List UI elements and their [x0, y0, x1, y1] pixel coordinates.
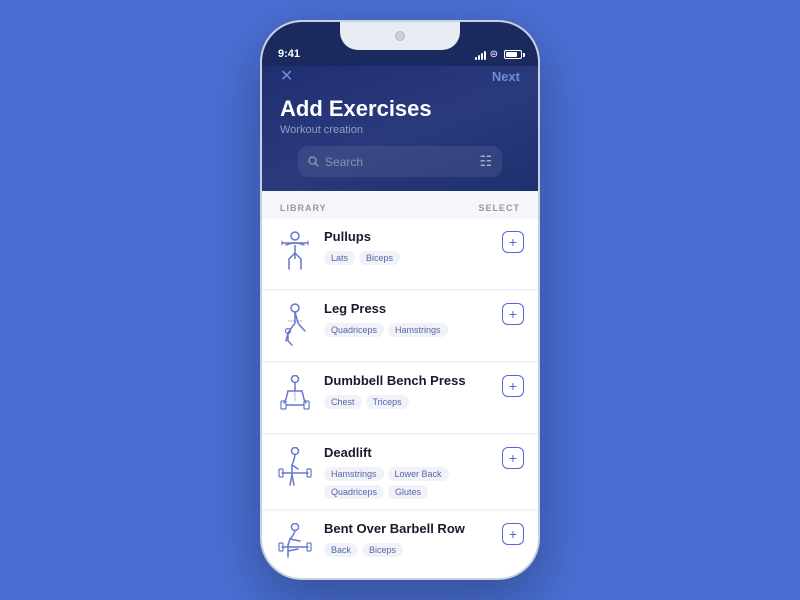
battery-fill — [506, 52, 517, 57]
status-icons: ⊜ — [475, 49, 522, 60]
exercise-list[interactable]: Pullups Lats Biceps + — [262, 219, 538, 578]
search-placeholder: Search — [325, 155, 363, 169]
battery-icon — [504, 50, 522, 59]
exercise-name: Dumbbell Bench Press — [324, 373, 492, 390]
tag: Glutes — [388, 485, 428, 499]
phone-notch — [340, 22, 460, 50]
screen: 9:41 ⊜ ✕ Next Add Exercises W — [262, 22, 538, 578]
signal-bar-2 — [478, 55, 480, 60]
exercise-info: Bent Over Barbell Row Back Biceps — [324, 521, 492, 557]
phone-frame: 9:41 ⊜ ✕ Next Add Exercises W — [260, 20, 540, 580]
section-header: LIBRARY SELECT — [262, 191, 538, 219]
next-button[interactable]: Next — [492, 69, 520, 84]
exercise-icon-benchpress — [276, 373, 314, 423]
exercise-tags: Back Biceps — [324, 543, 492, 557]
list-item: Pullups Lats Biceps + — [262, 219, 538, 290]
signal-bars — [475, 50, 486, 60]
exercise-tags: Hamstrings Lower Back Quadriceps Glutes — [324, 467, 492, 499]
tag: Biceps — [362, 543, 403, 557]
library-label: LIBRARY — [280, 203, 327, 213]
add-exercise-button[interactable]: + — [502, 447, 524, 469]
content: LIBRARY SELECT — [262, 191, 538, 578]
list-item: Leg Press Quadriceps Hamstrings + — [262, 291, 538, 362]
close-button[interactable]: ✕ — [280, 66, 293, 86]
exercise-info: Leg Press Quadriceps Hamstrings — [324, 301, 492, 337]
tag: Lower Back — [388, 467, 449, 481]
exercise-name: Deadlift — [324, 445, 492, 462]
add-exercise-button[interactable]: + — [502, 375, 524, 397]
add-exercise-button[interactable]: + — [502, 231, 524, 253]
exercise-tags: Lats Biceps — [324, 251, 492, 265]
search-left: Search — [308, 155, 363, 169]
tag: Back — [324, 543, 358, 557]
search-icon — [308, 156, 319, 167]
exercise-icon-pullup — [276, 229, 314, 279]
header-nav: ✕ Next — [280, 66, 520, 86]
signal-bar-3 — [481, 53, 483, 60]
exercise-tags: Quadriceps Hamstrings — [324, 323, 492, 337]
selected-label: SELECT — [478, 203, 520, 213]
exercise-name: Bent Over Barbell Row — [324, 521, 492, 538]
exercise-info: Deadlift Hamstrings Lower Back Quadricep… — [324, 445, 492, 499]
notch-camera — [395, 31, 405, 41]
tag: Triceps — [366, 395, 409, 409]
tag: Quadriceps — [324, 485, 384, 499]
exercise-icon-barbellrow — [276, 521, 314, 571]
add-exercise-button[interactable]: + — [502, 523, 524, 545]
tag: Hamstrings — [324, 467, 384, 481]
tag: Hamstrings — [388, 323, 448, 337]
filter-icon[interactable]: ☷ — [479, 153, 492, 170]
exercise-info: Dumbbell Bench Press Chest Triceps — [324, 373, 492, 409]
list-item: Deadlift Hamstrings Lower Back Quadricep… — [262, 435, 538, 510]
exercise-icon-deadlift — [276, 445, 314, 495]
tag: Biceps — [359, 251, 400, 265]
add-exercise-button[interactable]: + — [502, 303, 524, 325]
list-item: Dumbbell Bench Press Chest Triceps + — [262, 363, 538, 434]
list-item: Bent Over Barbell Row Back Biceps + — [262, 511, 538, 578]
tag: Lats — [324, 251, 355, 265]
status-time: 9:41 — [278, 48, 300, 60]
tag: Chest — [324, 395, 362, 409]
page-subtitle: Workout creation — [280, 124, 520, 136]
search-bar[interactable]: Search ☷ — [298, 146, 502, 177]
exercise-info: Pullups Lats Biceps — [324, 229, 492, 265]
exercise-name: Leg Press — [324, 301, 492, 318]
exercise-name: Pullups — [324, 229, 492, 246]
exercise-icon-legpress — [276, 301, 314, 351]
wifi-icon: ⊜ — [490, 49, 498, 60]
tag: Quadriceps — [324, 323, 384, 337]
page-title: Add Exercises — [280, 96, 520, 122]
exercise-tags: Chest Triceps — [324, 395, 492, 409]
signal-bar-4 — [484, 51, 486, 60]
signal-bar-1 — [475, 57, 477, 60]
